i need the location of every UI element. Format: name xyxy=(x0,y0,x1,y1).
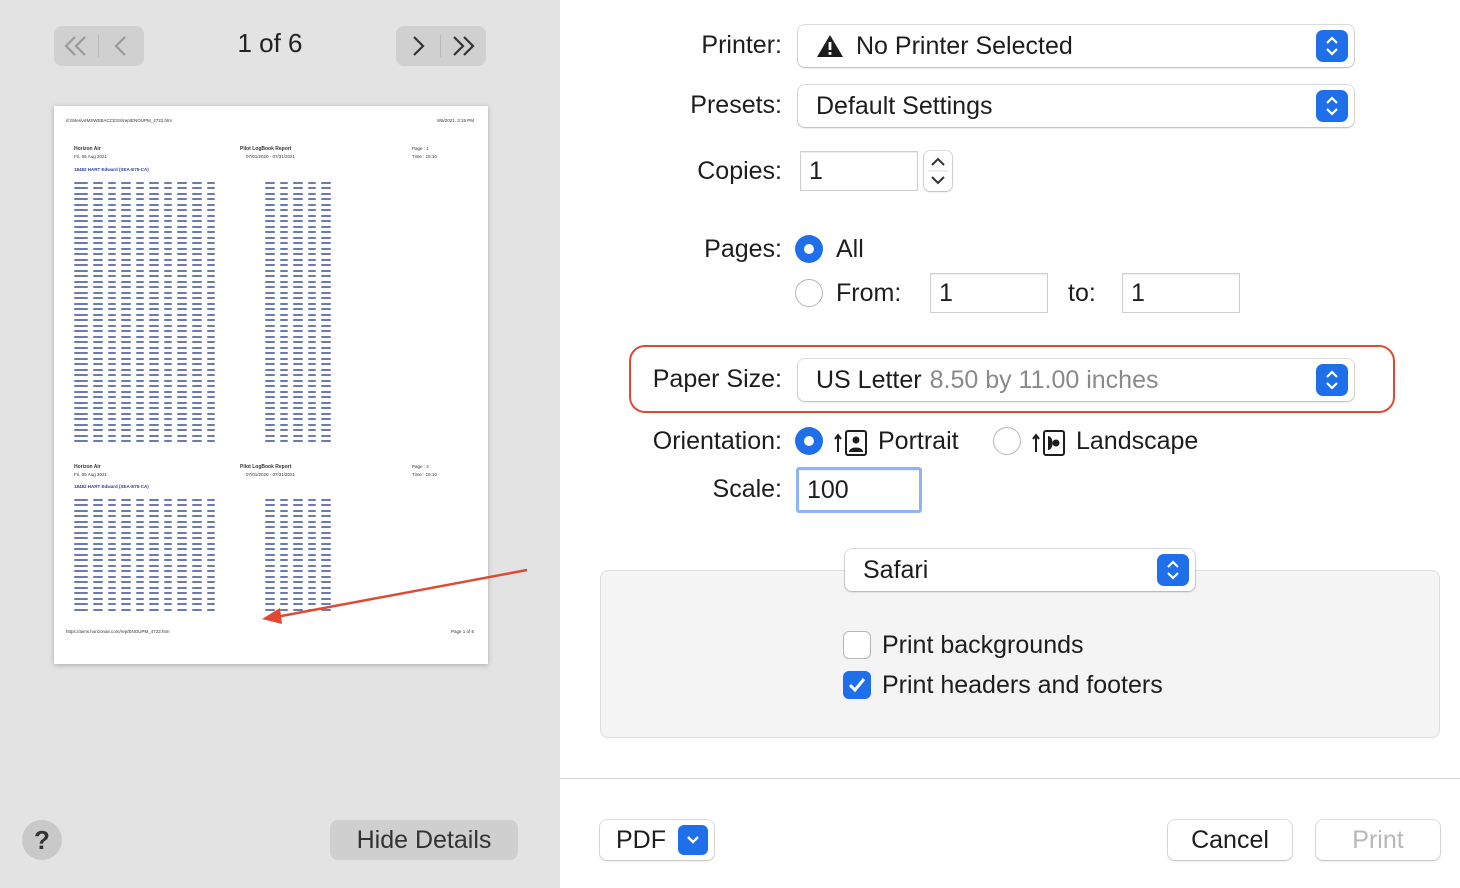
paper-size-detail: 8.50 by 11.00 inches xyxy=(929,365,1159,394)
portrait-icon xyxy=(834,430,867,456)
footer-divider xyxy=(560,778,1460,779)
pages-to-field[interactable]: 1 xyxy=(1122,273,1240,313)
chevron-down-icon xyxy=(678,825,708,855)
landscape-radio[interactable] xyxy=(993,427,1021,455)
paper-size-value: US Letter xyxy=(816,365,922,394)
checkmark-icon xyxy=(848,678,866,693)
pages-all-label: All xyxy=(836,235,864,263)
landscape-label: Landscape xyxy=(1076,427,1199,455)
printer-label: Printer: xyxy=(701,31,782,59)
print-backgrounds-checkbox[interactable] xyxy=(843,631,871,659)
printer-select[interactable]: No Printer Selected xyxy=(798,25,1354,67)
up-down-chevron-icon xyxy=(1157,554,1189,586)
pdf-menu-button[interactable]: PDF xyxy=(600,820,714,860)
preview-pane: 1 of 6 d:\Sites\AIMSWEBACCESS\rep\ENOUPM… xyxy=(0,0,560,888)
presets-select[interactable]: Default Settings xyxy=(798,85,1354,127)
orientation-label: Orientation: xyxy=(652,427,782,455)
pdf-label: PDF xyxy=(616,825,666,854)
print-button[interactable]: Print xyxy=(1316,820,1440,860)
paper-size-select[interactable]: US Letter 8.50 by 11.00 inches xyxy=(798,359,1354,401)
pages-all-radio[interactable] xyxy=(795,235,823,263)
app-options-select[interactable]: Safari xyxy=(845,549,1195,591)
portrait-label: Portrait xyxy=(878,427,959,455)
scale-field[interactable]: 100 xyxy=(796,467,922,513)
pages-to-label: to: xyxy=(1068,279,1096,307)
print-headers-footers-checkbox[interactable] xyxy=(843,671,871,699)
print-backgrounds-label: Print backgrounds xyxy=(882,631,1084,659)
portrait-radio[interactable] xyxy=(795,427,823,455)
printer-value: No Printer Selected xyxy=(856,31,1073,60)
paper-size-label: Paper Size: xyxy=(652,365,782,393)
pages-from-label: From: xyxy=(836,279,902,307)
print-headers-footers-label: Print headers and footers xyxy=(882,671,1163,699)
cancel-button[interactable]: Cancel xyxy=(1168,820,1292,860)
scale-label: Scale: xyxy=(712,475,782,503)
pages-from-field[interactable]: 1 xyxy=(930,273,1048,313)
presets-label: Presets: xyxy=(690,91,782,119)
copies-field[interactable]: 1 xyxy=(800,151,918,191)
help-button[interactable]: ? xyxy=(22,820,62,860)
warning-icon xyxy=(817,35,843,57)
app-options-value: Safari xyxy=(863,555,929,584)
up-down-chevron-icon xyxy=(1316,30,1348,62)
presets-value: Default Settings xyxy=(816,91,993,120)
pages-range-radio[interactable] xyxy=(795,279,823,307)
stepper-arrows-icon xyxy=(928,157,948,185)
hide-details-button[interactable]: Hide Details xyxy=(330,820,518,860)
copies-label: Copies: xyxy=(697,157,782,185)
annotation-arrow xyxy=(262,568,528,624)
pages-label: Pages: xyxy=(704,235,782,263)
copies-stepper[interactable] xyxy=(924,151,952,191)
up-down-chevron-icon xyxy=(1316,90,1348,122)
landscape-icon xyxy=(1032,430,1065,456)
up-down-chevron-icon xyxy=(1316,364,1348,396)
